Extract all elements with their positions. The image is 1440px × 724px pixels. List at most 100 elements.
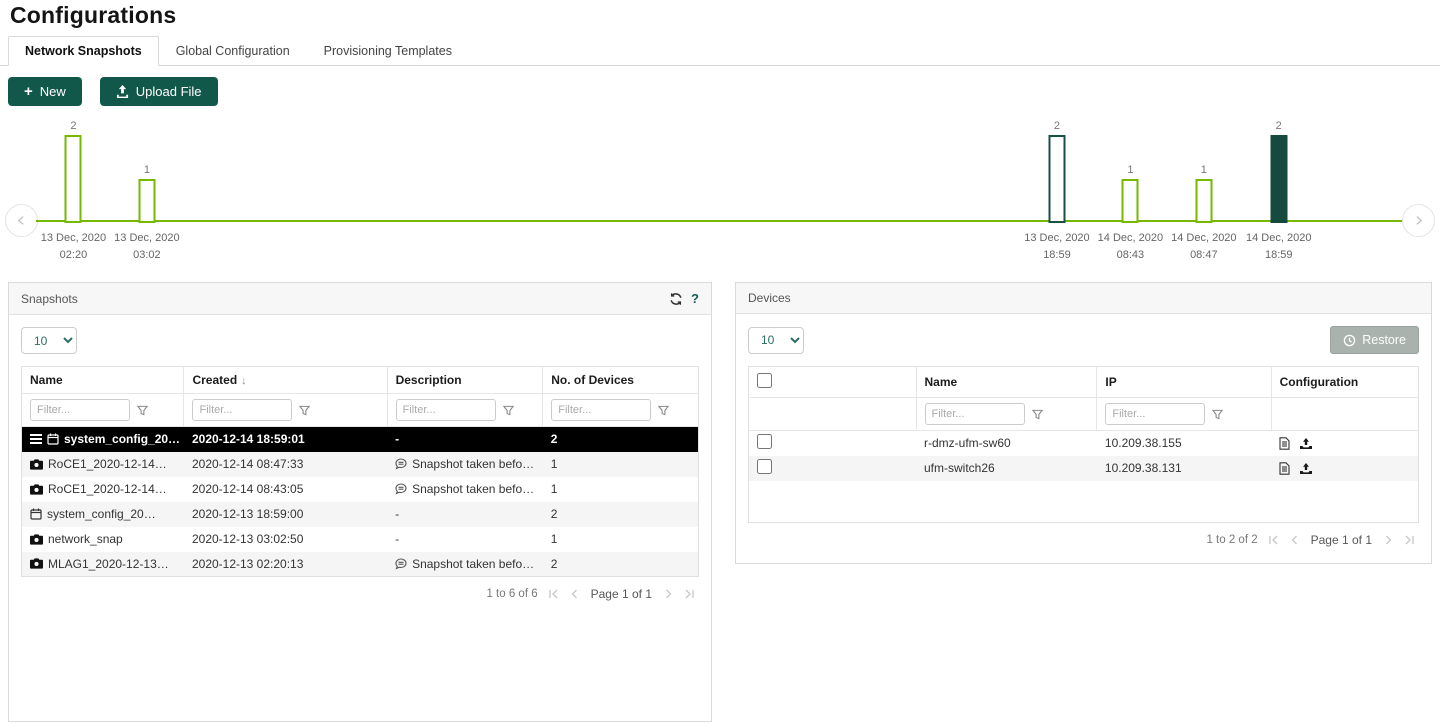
table-row[interactable]: system_config_20… 2020-12-14 18:59:01 - …	[22, 427, 699, 452]
snapshots-pagination: 1 to 6 of 6 Page 1 of 1	[21, 577, 699, 605]
timeline-bar-label: 14 Dec, 202018:59	[1246, 230, 1311, 264]
timeline-bar-count: 1	[140, 164, 153, 176]
tab-global-configuration[interactable]: Global Configuration	[159, 36, 307, 66]
timeline-bar-count: 2	[1272, 120, 1285, 132]
col-header-configuration: Configuration	[1271, 367, 1418, 398]
devices-table: Name IP Configuration r-dmz-ufm-sw60	[748, 366, 1419, 523]
funnel-icon[interactable]	[299, 405, 310, 416]
timeline-bar[interactable]: 2	[65, 135, 82, 223]
filter-ip-input[interactable]	[1105, 403, 1205, 425]
snapshots-panel: Snapshots ? 10 Name Created↓	[8, 282, 712, 722]
table-row[interactable]: system_config_20… 2020-12-13 18:59:00 - …	[22, 502, 699, 527]
download-config-icon[interactable]	[1300, 462, 1312, 474]
snapshots-page-size-select[interactable]: 10	[21, 327, 77, 354]
timeline-bar-label: 13 Dec, 202018:59	[1024, 230, 1089, 264]
download-config-icon[interactable]	[1300, 437, 1312, 449]
tabbar: Network Snapshots Global Configuration P…	[0, 35, 1440, 66]
first-page-icon[interactable]	[548, 589, 560, 599]
devices-panel: Devices 10 Restore Name	[735, 282, 1432, 564]
table-row[interactable]: r-dmz-ufm-sw60 10.209.38.155	[749, 431, 1419, 456]
timeline-bar-label: 13 Dec, 202003:02	[114, 230, 179, 264]
row-checkbox[interactable]	[757, 459, 772, 474]
calendar-icon	[30, 508, 42, 520]
tab-network-snapshots[interactable]: Network Snapshots	[8, 36, 159, 66]
pagination-range: 1 to 2 of 2	[1206, 534, 1257, 546]
devices-panel-header: Devices	[736, 283, 1431, 314]
comment-icon	[395, 483, 407, 495]
last-page-icon[interactable]	[683, 589, 695, 599]
table-row[interactable]: network_snap 2020-12-13 03:02:50 - 1	[22, 527, 699, 552]
devices-pagination: 1 to 2 of 2 Page 1 of 1	[748, 523, 1419, 551]
camera-icon	[30, 534, 43, 545]
snapshots-panel-header: Snapshots ?	[9, 283, 711, 315]
col-header-created[interactable]: Created↓	[184, 367, 387, 394]
col-header-name[interactable]: Name	[916, 367, 1097, 398]
next-page-icon[interactable]	[664, 589, 673, 599]
col-header-select-all[interactable]	[749, 367, 917, 398]
comment-icon	[395, 458, 407, 470]
upload-icon	[116, 85, 129, 98]
col-header-description[interactable]: Description	[387, 367, 543, 394]
timeline-bar-label: 14 Dec, 202008:47	[1171, 230, 1236, 264]
camera-icon	[30, 459, 43, 470]
select-all-checkbox[interactable]	[757, 373, 772, 388]
timeline-prev-button[interactable]	[5, 204, 38, 237]
timeline-bar-count: 1	[1197, 164, 1210, 176]
timeline-bar[interactable]: 1	[1122, 179, 1139, 223]
last-page-icon[interactable]	[1403, 535, 1415, 545]
funnel-icon[interactable]	[1212, 409, 1223, 420]
prev-page-icon[interactable]	[570, 589, 579, 599]
timeline-bar-count: 1	[1124, 164, 1137, 176]
table-row[interactable]: RoCE1_2020-12-14… 2020-12-14 08:43:05 Sn…	[22, 477, 699, 502]
calendar-icon	[47, 433, 59, 445]
prev-page-icon[interactable]	[1290, 535, 1299, 545]
view-config-file-icon[interactable]	[1279, 462, 1290, 475]
funnel-icon[interactable]	[503, 405, 514, 416]
devices-page-size-select[interactable]: 10	[748, 327, 804, 354]
col-header-devices[interactable]: No. of Devices	[543, 367, 699, 394]
col-header-ip[interactable]: IP	[1097, 367, 1271, 398]
filter-name-input[interactable]	[30, 399, 130, 421]
toolbar: + New Upload File	[0, 66, 1440, 106]
filter-created-input[interactable]	[192, 399, 292, 421]
upload-file-button[interactable]: Upload File	[100, 77, 218, 106]
help-icon[interactable]: ?	[691, 291, 699, 306]
menu-icon	[30, 433, 42, 445]
row-checkbox[interactable]	[757, 434, 772, 449]
upload-button-label: Upload File	[136, 84, 202, 99]
timeline-bar[interactable]: 1	[1195, 179, 1212, 223]
funnel-icon[interactable]	[137, 405, 148, 416]
tab-provisioning-templates[interactable]: Provisioning Templates	[307, 36, 469, 66]
view-config-file-icon[interactable]	[1279, 437, 1290, 450]
snapshot-timeline: 2 13 Dec, 202002:20 1 13 Dec, 202003:02 2 13 …	[0, 114, 1440, 276]
snapshots-table: Name Created↓ Description No. of Devices	[21, 366, 699, 577]
filter-description-input[interactable]	[396, 399, 496, 421]
funnel-icon[interactable]	[1032, 409, 1043, 420]
restore-button[interactable]: Restore	[1330, 326, 1419, 354]
comment-icon	[395, 558, 407, 570]
timeline-bar-label: 13 Dec, 202002:20	[41, 230, 106, 264]
filter-devices-input[interactable]	[551, 399, 651, 421]
filter-name-input[interactable]	[925, 403, 1025, 425]
camera-icon	[30, 558, 43, 569]
table-row[interactable]: ufm-switch26 10.209.38.131	[749, 456, 1419, 481]
first-page-icon[interactable]	[1268, 535, 1280, 545]
table-row[interactable]: RoCE1_2020-12-14… 2020-12-14 08:47:33 Sn…	[22, 452, 699, 477]
table-row[interactable]: MLAG1_2020-12-13… 2020-12-13 02:20:13 Sn…	[22, 552, 699, 577]
pagination-page-label: Page 1 of 1	[1311, 533, 1372, 547]
next-page-icon[interactable]	[1384, 535, 1393, 545]
timeline-next-button[interactable]	[1402, 204, 1435, 237]
col-header-name[interactable]: Name	[22, 367, 184, 394]
restore-history-icon	[1343, 334, 1356, 347]
new-button[interactable]: + New	[8, 77, 82, 106]
refresh-icon[interactable]	[669, 292, 683, 306]
timeline-bar-count: 2	[67, 120, 80, 132]
restore-button-label: Restore	[1362, 333, 1406, 347]
timeline-bar[interactable]: 2	[1048, 135, 1065, 223]
pagination-page-label: Page 1 of 1	[591, 587, 652, 601]
snapshots-panel-title: Snapshots	[21, 292, 78, 306]
plus-icon: +	[24, 84, 33, 99]
timeline-bar[interactable]: 1	[138, 179, 155, 223]
funnel-icon[interactable]	[658, 405, 669, 416]
timeline-bar[interactable]: 2	[1270, 135, 1287, 223]
